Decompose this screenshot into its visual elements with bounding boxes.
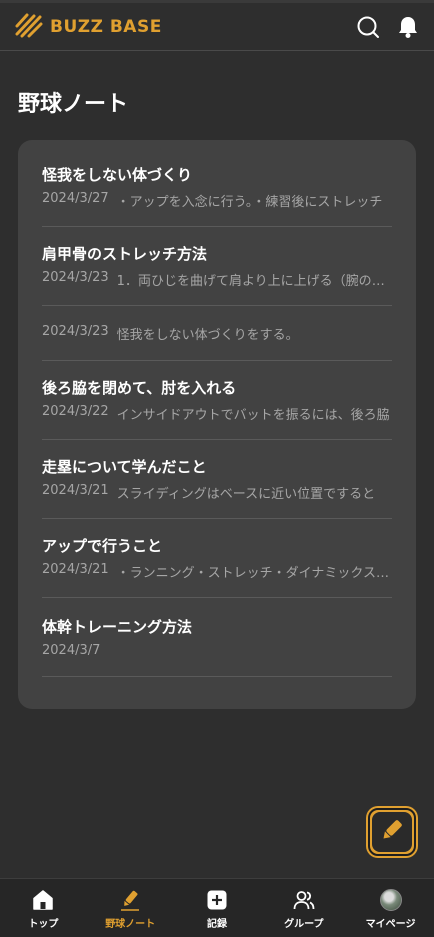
list-item-note-4[interactable]: 走塁について学んだこと 2024/3/21 スライディングはベースに近い位置です… — [42, 440, 392, 519]
pencil-icon — [379, 817, 405, 847]
note-title: 走塁について学んだこと — [42, 458, 207, 476]
nav-label: マイページ — [365, 918, 416, 930]
home-icon — [32, 889, 54, 911]
note-title: 体幹トレーニング方法 — [42, 618, 193, 636]
nav-label: トップ — [28, 918, 59, 930]
bottom-nav: トップ 野球ノート 記録 グループ マイページ — [0, 878, 434, 937]
nav-label: グループ — [284, 918, 324, 930]
nav-item-group[interactable]: グループ — [261, 889, 347, 930]
avatar-icon — [379, 888, 402, 911]
nav-item-top[interactable]: トップ — [0, 889, 86, 930]
page-title: 野球ノート — [18, 92, 129, 117]
note-date: 2024/3/7 — [42, 643, 101, 658]
note-date: 2024/3/23 — [42, 323, 109, 339]
list-item-note-0[interactable]: 怪我をしない体づくり 2024/3/27 ・アップを入念に行う。・練習後にストレ… — [42, 148, 392, 227]
note-date: 2024/3/21 — [42, 483, 109, 498]
note-date: 2024/3/22 — [42, 404, 109, 419]
fab-inner — [372, 812, 412, 852]
search-icon[interactable] — [356, 15, 380, 39]
nav-label: 記録 — [206, 918, 227, 930]
group-icon — [293, 889, 315, 911]
nav-item-baseball-note[interactable]: 野球ノート — [87, 889, 173, 930]
nav-label: 野球ノート — [105, 918, 156, 930]
app-header: BUZZ BASE — [0, 0, 434, 51]
brand-logo[interactable]: BUZZ BASE — [14, 12, 162, 42]
avatar — [379, 888, 402, 911]
brand-name: BUZZ BASE — [50, 16, 162, 37]
note-title: アップで行うこと — [42, 537, 163, 555]
note-date: 2024/3/21 — [42, 562, 109, 577]
note-title: 肩甲骨のストレッチ方法 — [42, 245, 208, 263]
note-title: 後ろ脇を閉めて、肘を入れる — [42, 379, 237, 397]
bell-icon[interactable] — [396, 15, 420, 39]
list-item-note-3[interactable]: 後ろ脇を閉めて、肘を入れる 2024/3/22 インサイドアウトでバットを振るに… — [42, 361, 392, 440]
note-snippet: インサイドアウトでバットを振るには、後ろ脇 — [116, 408, 390, 423]
note-snippet: ・アップを入念に行う。・練習後にストレッチ — [116, 195, 383, 210]
list-item-note-1[interactable]: 肩甲骨のストレッチ方法 2024/3/23 1．両ひじを曲げて肩より上に上げる（… — [42, 227, 392, 306]
note-title: 怪我をしない体づくり — [42, 166, 193, 184]
note-snippet: スライディングはベースに近い位置ですると — [116, 487, 376, 502]
brand-mark-icon — [14, 12, 44, 42]
plus-square-icon — [206, 889, 228, 911]
list-item-note-2[interactable]: 2024/3/23 怪我をしない体づくりをする。 — [42, 306, 392, 361]
list-item-note-6[interactable]: 体幹トレーニング方法 2024/3/7 — [42, 598, 392, 677]
pencil-icon — [119, 889, 141, 911]
note-snippet: 1．両ひじを曲げて肩より上に上げる（腕の高さ） — [116, 274, 392, 289]
note-date: 2024/3/23 — [42, 270, 109, 285]
note-date: 2024/3/27 — [42, 191, 109, 206]
note-snippet: 怪我をしない体づくりをする。 — [116, 327, 299, 343]
note-snippet: ・ランニング・ストレッチ・ダイナミックストレッチ — [116, 566, 392, 581]
new-note-button[interactable] — [368, 808, 416, 856]
list-item-note-5[interactable]: アップで行うこと 2024/3/21 ・ランニング・ストレッチ・ダイナミックスト… — [42, 519, 392, 598]
nav-item-mypage[interactable]: マイページ — [348, 888, 434, 930]
nav-item-record[interactable]: 記録 — [174, 889, 260, 930]
notes-list: 怪我をしない体づくり 2024/3/27 ・アップを入念に行う。・練習後にストレ… — [18, 140, 416, 709]
